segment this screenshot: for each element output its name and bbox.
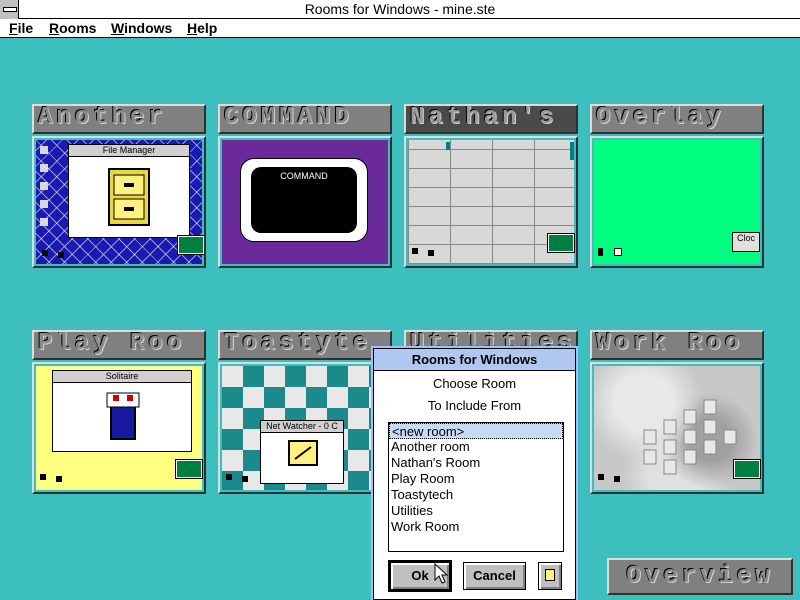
menu-file[interactable]: File: [9, 19, 33, 37]
mini-green-window: [733, 459, 761, 479]
list-item[interactable]: Another room: [389, 439, 563, 455]
file-cabinet-icon: [108, 168, 150, 226]
mini-window-title: Net Watcher - 0 C: [261, 421, 343, 433]
solitaire-icon: [106, 392, 140, 440]
room-label: Toastyte: [218, 330, 392, 360]
mini-window-net-watcher: Net Watcher - 0 C: [260, 420, 344, 484]
title-bar: Rooms for Windows - mine.ste: [0, 0, 800, 19]
window-title: Rooms for Windows - mine.ste: [304, 1, 496, 17]
mini-window-clock: Cloc: [732, 232, 760, 252]
dialog-title: Rooms for Windows: [374, 349, 575, 371]
mini-window-solitaire: Solitaire: [52, 370, 192, 452]
room-preview[interactable]: [404, 136, 578, 268]
mini-window-title: Cloc: [736, 233, 755, 243]
room-label: COMMAND: [218, 104, 392, 134]
room-preview[interactable]: COMMAND: [218, 136, 392, 268]
menu-help[interactable]: Help: [187, 19, 217, 37]
net-watcher-icon: [288, 440, 318, 466]
help-button[interactable]: [538, 562, 562, 590]
dialog-prompt-line2: To Include From: [427, 398, 522, 413]
mini-green-window: [547, 233, 575, 253]
room-preview[interactable]: [590, 362, 764, 494]
room-toastytech[interactable]: Toastyte Net Watcher - 0 C: [218, 330, 392, 494]
mini-window-file-manager: File Manager: [68, 144, 190, 238]
mini-green-window: [177, 235, 204, 255]
room-label: Work Roo: [590, 330, 764, 360]
menu-rooms[interactable]: Rooms: [49, 19, 96, 37]
room-command[interactable]: COMMAND COMMAND: [218, 104, 392, 268]
room-preview[interactable]: Cloc: [590, 136, 764, 268]
room-label: Play Roo: [32, 330, 206, 360]
cancel-button[interactable]: Cancel: [463, 562, 526, 590]
choose-room-dialog: Rooms for Windows Choose Room To Include…: [373, 348, 576, 600]
overview-button[interactable]: Overview: [607, 558, 793, 595]
room-preview[interactable]: File Manager: [32, 136, 206, 268]
mini-window-title: Solitaire: [53, 371, 191, 383]
mini-green-window: [175, 459, 203, 479]
room-preview[interactable]: Solitaire: [32, 362, 206, 494]
room-overlay[interactable]: Overlay Cloc: [590, 104, 764, 268]
menu-bar: File Rooms Windows Help: [0, 19, 800, 38]
mini-window-title: COMMAND: [251, 167, 357, 233]
help-icon: [545, 569, 555, 582]
room-listbox[interactable]: <new room> Another room Nathan's Room Pl…: [388, 422, 564, 552]
dialog-prompt-line1: Choose Room: [432, 376, 517, 391]
list-item[interactable]: <new room>: [389, 423, 563, 439]
room-label: Another: [32, 104, 206, 134]
list-item[interactable]: Work Room: [389, 519, 563, 535]
list-item[interactable]: Toastytech: [389, 487, 563, 503]
room-another[interactable]: Another File Manager: [32, 104, 206, 268]
room-label: Nathan's: [404, 104, 578, 134]
list-item[interactable]: Play Room: [389, 471, 563, 487]
list-item[interactable]: Nathan's Room: [389, 455, 563, 471]
room-play[interactable]: Play Roo Solitaire: [32, 330, 206, 494]
room-label: Overlay: [590, 104, 764, 134]
menu-windows[interactable]: Windows: [111, 19, 172, 37]
mini-window-command: COMMAND: [240, 158, 368, 242]
list-item[interactable]: Utilities: [389, 503, 563, 519]
room-nathans[interactable]: Nathan's: [404, 104, 578, 268]
room-preview[interactable]: Net Watcher - 0 C: [218, 362, 392, 494]
room-work[interactable]: Work Roo: [590, 330, 764, 494]
system-menu-icon[interactable]: [0, 0, 19, 19]
mini-window-title: File Manager: [69, 145, 189, 157]
mouse-cursor-icon: [434, 563, 449, 584]
